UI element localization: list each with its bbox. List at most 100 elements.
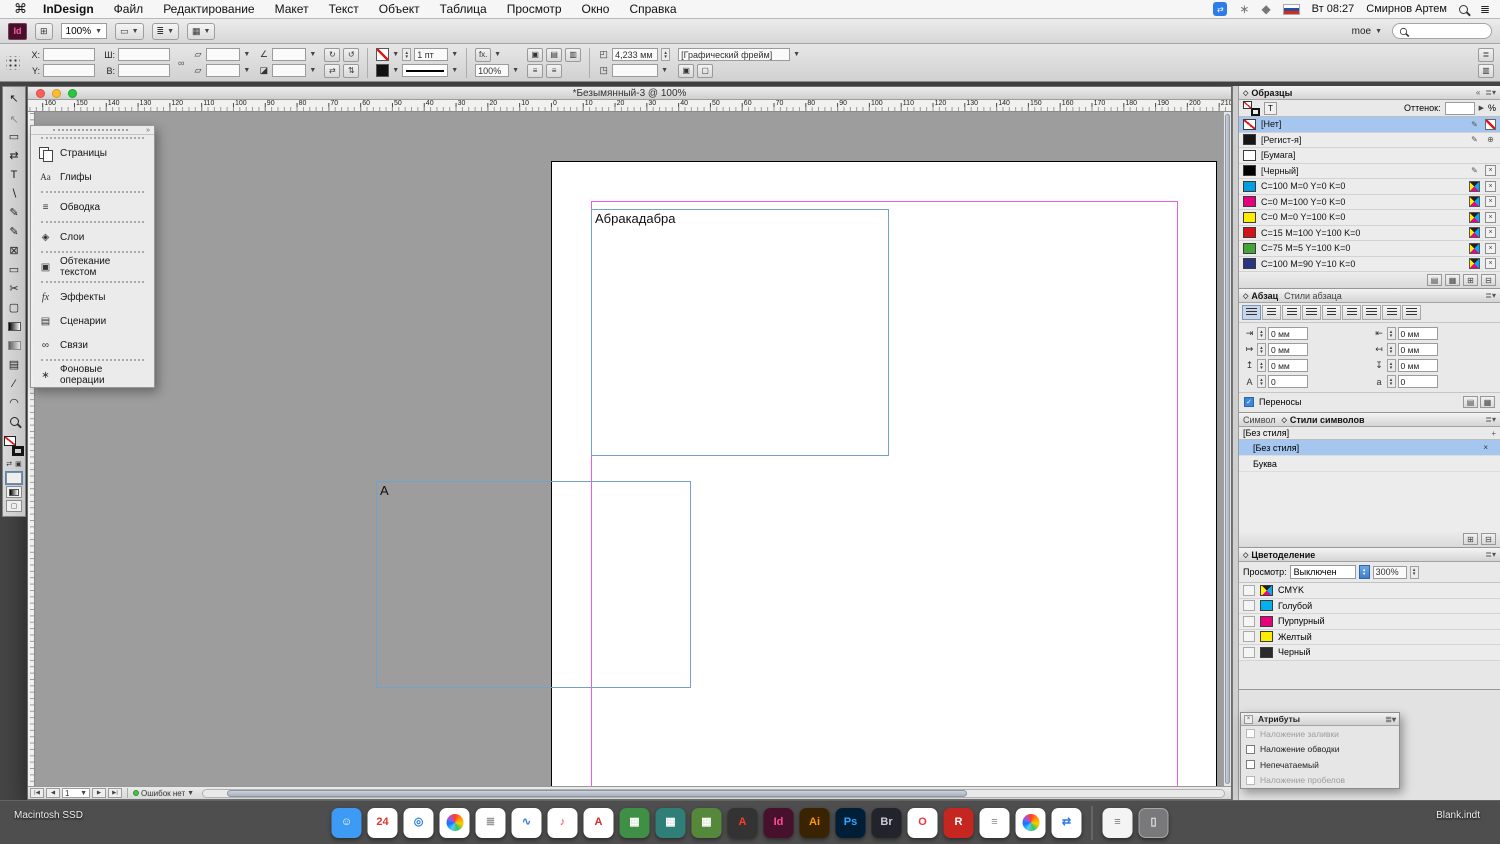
tint-dropdown-icon[interactable]: ▶ (1479, 104, 1484, 112)
paragraph-input[interactable]: 0 мм (1268, 343, 1308, 356)
stroke-proxy-icon[interactable] (12, 446, 24, 456)
bridge-button[interactable]: ⊞ (35, 23, 53, 40)
effects-button[interactable]: fx. (475, 48, 491, 62)
flip-vertical-button[interactable]: ⇅ (343, 64, 359, 78)
panel-list-item[interactable]: ▣Обтекание текстом (31, 255, 154, 279)
panel-list-item[interactable]: ▤Сценарии (31, 309, 154, 333)
swatch-row[interactable]: C=75 M=5 Y=100 K=0× (1239, 241, 1500, 257)
new-style-shortcut-icon[interactable]: + (1491, 429, 1496, 438)
character-styles-menu-icon[interactable]: ≣▾ (1485, 415, 1496, 424)
align-right-button[interactable] (1282, 305, 1301, 320)
separation-row[interactable]: CMYK (1239, 583, 1500, 599)
apple-menu-icon[interactable]: ⌘ (14, 1, 27, 17)
swatch-row[interactable]: C=0 M=0 Y=100 K=0× (1239, 210, 1500, 226)
panel-list-item[interactable]: ≡Обводка (31, 195, 154, 219)
align-center-button[interactable] (1262, 305, 1281, 320)
field-stepper[interactable] (1387, 375, 1396, 388)
panel-list-item[interactable]: ◈Слои (31, 225, 154, 249)
corner-radius-field[interactable]: 4,233 мм (612, 48, 658, 61)
tab-paragraph-styles[interactable]: Стили абзаца (1284, 291, 1342, 301)
swatch-row[interactable]: C=15 M=100 Y=100 K=0× (1239, 226, 1500, 242)
field-stepper[interactable] (1257, 359, 1266, 372)
field-stepper[interactable] (1387, 343, 1396, 356)
dock-icon-finder[interactable]: ☺ (332, 808, 362, 838)
panel-list-title-bar[interactable]: » (31, 126, 154, 135)
separations-menu-icon[interactable]: ≣▾ (1485, 550, 1496, 559)
dock-icon-red-app[interactable]: R (944, 808, 974, 838)
text-frame-2[interactable]: А (376, 481, 691, 688)
status-asterisk-icon[interactable]: ∗ (1239, 2, 1249, 16)
attribute-checkbox[interactable] (1246, 760, 1255, 769)
paragraph-input[interactable]: 0 мм (1398, 343, 1438, 356)
align-to-grid-off-icon[interactable]: ▤ (1463, 396, 1478, 408)
new-character-style-button[interactable]: ⊞ (1463, 533, 1478, 545)
gradient-tool[interactable] (4, 317, 24, 336)
apply-none-button[interactable] (6, 472, 22, 484)
paragraph-input[interactable]: 0 мм (1398, 327, 1438, 340)
dock-icon-adobe-reader[interactable]: A (584, 808, 614, 838)
dock-icon-indesign[interactable]: Id (764, 808, 794, 838)
wrap-none-button[interactable]: ▣ (527, 48, 543, 62)
scale-x-field[interactable] (206, 48, 240, 61)
next-page-button[interactable]: ▶ (92, 788, 106, 798)
wrap-bounding-box-button[interactable]: ▤ (546, 48, 562, 62)
dock-icon-remote-desktop-2[interactable]: ▦ (656, 808, 686, 838)
first-page-button[interactable]: |◀ (30, 788, 44, 798)
align-to-grid-on-icon[interactable]: ▦ (1480, 396, 1495, 408)
paragraph-input[interactable]: 0 мм (1268, 327, 1308, 340)
arrange-documents-button[interactable]: ▦▼ (187, 23, 215, 40)
menu-item-1[interactable]: Файл (104, 2, 154, 16)
show-all-swatches-icon[interactable]: ▤ (1427, 274, 1442, 286)
rotate-ccw-button[interactable]: ↺ (343, 48, 359, 62)
dock-icon-photos[interactable] (440, 808, 470, 838)
ink-visibility-toggle[interactable] (1243, 585, 1255, 596)
justify-center-button[interactable] (1322, 305, 1341, 320)
dock-icon-bridge[interactable]: Br (872, 808, 902, 838)
minimize-window-button[interactable] (52, 89, 61, 98)
panel-list-item[interactable]: AaГлифы (31, 165, 154, 189)
menu-item-2[interactable]: Редактирование (153, 2, 264, 16)
field-stepper[interactable] (1257, 343, 1266, 356)
horizontal-scrollbar-thumb[interactable] (227, 790, 967, 797)
field-stepper[interactable] (1257, 375, 1266, 388)
height-field[interactable] (118, 64, 170, 77)
eyedropper-tool[interactable]: ∕ (4, 374, 24, 393)
direct-selection-tool[interactable]: ↖ (4, 108, 24, 127)
control-panel-menu-icon[interactable]: ≣ (1478, 48, 1494, 62)
dock-icon-illustrator[interactable]: Ai (800, 808, 830, 838)
swatch-row[interactable]: [Черный]✎× (1239, 164, 1500, 180)
paragraph-input[interactable]: 0 мм (1268, 359, 1308, 372)
align-left-button[interactable] (1242, 305, 1261, 320)
dock-icon-swirl-app[interactable]: ∿ (512, 808, 542, 838)
dock-icon-remote-desktop-1[interactable]: ▦ (620, 808, 650, 838)
pen-tool[interactable]: ✎ (4, 203, 24, 222)
vertical-scrollbar[interactable] (1223, 112, 1231, 786)
preflight-menu-icon[interactable]: ▼ (187, 790, 194, 797)
pasteboard[interactable]: Абракадабра А (35, 112, 1223, 786)
fill-stroke-proxy[interactable] (3, 435, 25, 457)
menu-item-4[interactable]: Текст (319, 2, 369, 16)
panel-list-item[interactable]: ∞Связи (31, 333, 154, 357)
dock-icon-colors-app[interactable] (1016, 808, 1046, 838)
tab-separations[interactable]: Цветоделение (1243, 550, 1315, 560)
quick-apply-icon[interactable]: ▥ (1478, 64, 1494, 78)
rectangle-frame-tool[interactable]: ⊠ (4, 241, 24, 260)
y-field[interactable] (43, 64, 95, 77)
app-search-input[interactable] (1392, 23, 1492, 39)
dock-icon-notes[interactable]: ≣ (476, 808, 506, 838)
paragraph-input[interactable]: 0 мм (1398, 359, 1438, 372)
delete-swatch-button[interactable]: ⊟ (1481, 274, 1496, 286)
corner-shape-select[interactable] (612, 64, 658, 77)
opacity-field[interactable]: 100% (475, 64, 509, 77)
panel-list-item[interactable]: fxЭффекты (31, 285, 154, 309)
status-shape-icon[interactable]: ◆ (1261, 2, 1270, 16)
view-options-button[interactable]: ▭▼ (115, 23, 143, 40)
swatches-panel-menu-icon[interactable]: ≣▾ (1485, 88, 1496, 97)
line-tool[interactable]: ∖ (4, 184, 24, 203)
input-language-flag-icon[interactable] (1283, 4, 1300, 15)
attributes-header[interactable]: × Атрибуты ≣▾ (1241, 713, 1399, 726)
last-page-button[interactable]: ▶| (108, 788, 122, 798)
dock-icon-music[interactable]: ♪ (548, 808, 578, 838)
collapse-panels-icon[interactable]: » (146, 127, 150, 134)
clear-overrides-icon[interactable]: × (1483, 443, 1488, 452)
